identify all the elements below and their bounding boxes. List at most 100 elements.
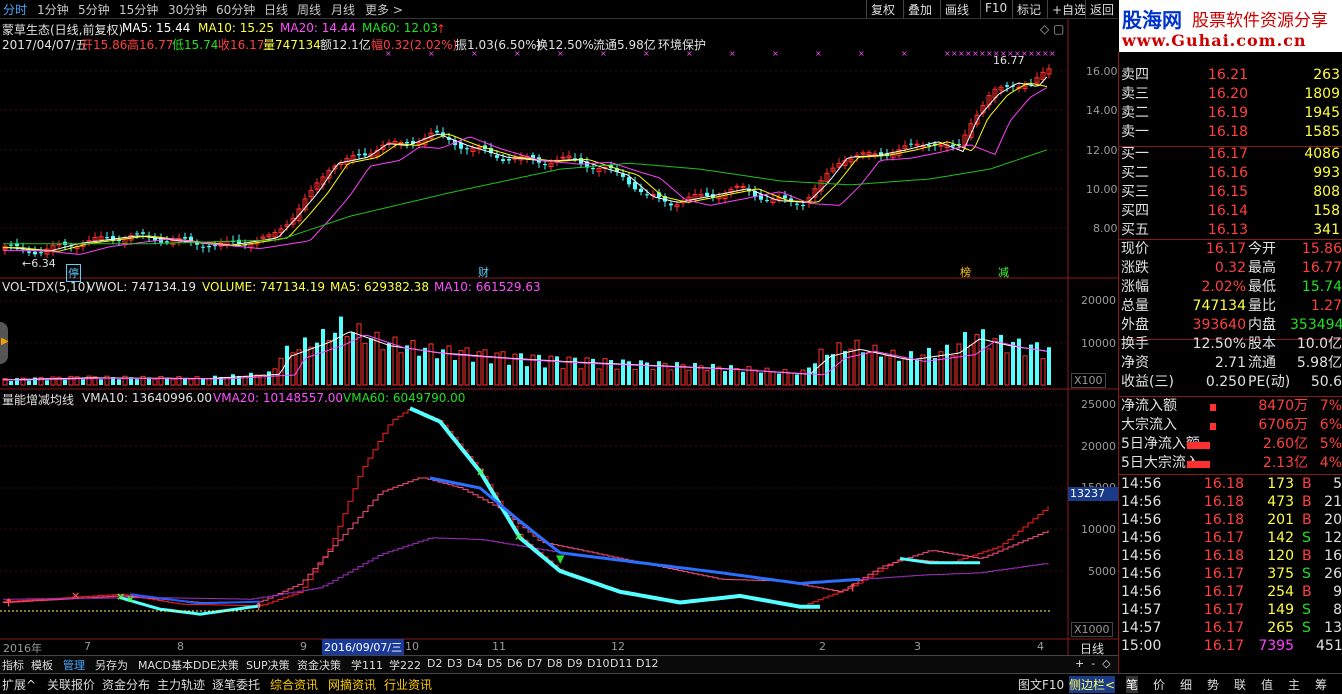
draw-line-button[interactable]: 画线 [940, 0, 973, 18]
indicator-tab[interactable]: 资金决策 [297, 657, 341, 673]
back-button[interactable]: 返回 [1085, 0, 1118, 18]
volume-bar [668, 369, 674, 386]
indicator-tab[interactable]: 学222 [389, 657, 421, 673]
indicator-tab[interactable]: D7 [527, 657, 542, 670]
bottom-tab[interactable]: 资金分布 [102, 676, 150, 693]
volume-bar [920, 354, 926, 386]
indicator-tab[interactable]: D4 [467, 657, 482, 670]
indicator-tab[interactable]: D10 [587, 657, 609, 670]
kline-chart[interactable]: × × × × × × × × × × × × × × × × × × × × × × × × × × × × × ↑× × ×↑××▼↑ [0, 19, 1118, 655]
side-panel-tab[interactable]: 细 [1180, 676, 1192, 693]
indicator-tab[interactable]: DDE决策 [193, 657, 239, 673]
indicator-tab[interactable]: D12 [636, 657, 658, 670]
indicator-tab[interactable]: 另存为 [95, 657, 128, 673]
tab-5min[interactable]: 5分钟 [78, 1, 110, 18]
tab-60min[interactable]: 60分钟 [216, 1, 255, 18]
candle-body [33, 251, 37, 255]
candle-body [39, 252, 43, 254]
bottom-tab[interactable]: 逐笔委托 [212, 676, 260, 693]
bottom-tab[interactable]: 扩展^ [2, 676, 36, 693]
indicator-tab[interactable]: D3 [447, 657, 462, 670]
volume-bar [729, 365, 733, 385]
tab-30min[interactable]: 30分钟 [168, 1, 207, 18]
sidebar-toggle-button[interactable]: 侧边栏< [1069, 676, 1116, 693]
indicator-tab[interactable]: 指标 [2, 657, 24, 673]
candle-body [795, 203, 799, 205]
volume-bar [489, 363, 493, 385]
indicator-tab[interactable]: 管理 [63, 657, 85, 673]
restore-rights-button[interactable]: 复权 [866, 0, 899, 18]
volume-bar [933, 358, 937, 385]
indicator-tab[interactable]: D11 [610, 657, 632, 670]
indicator-tab[interactable]: D2 [427, 657, 442, 670]
side-panel-tab[interactable]: 联 [1234, 676, 1246, 693]
tab-1min[interactable]: 1分钟 [37, 1, 69, 18]
indicator-tab[interactable]: D8 [547, 657, 562, 670]
side-collapse-handle[interactable]: ▶ [0, 322, 9, 364]
indicator-tab[interactable]: D6 [507, 657, 522, 670]
volume-bar [602, 358, 608, 386]
side-panel-tab[interactable]: 值 [1261, 676, 1273, 693]
ma20-label: MA20: 14.44 [280, 21, 357, 35]
flow-value: 8470万 [1258, 398, 1308, 414]
tab-more[interactable]: 更多 > [365, 1, 403, 18]
indicator-tab[interactable]: 模板 [31, 657, 53, 673]
volume-bar [621, 359, 625, 385]
tab-monthly[interactable]: 月线 [331, 1, 355, 18]
vma10-line [3, 409, 1049, 607]
bottom-tab[interactable]: 主力轨迹 [157, 676, 205, 693]
tick-price: 16.18 [1203, 512, 1244, 528]
volume-bar [698, 365, 704, 386]
indicator-tab[interactable]: D5 [487, 657, 502, 670]
volume-bar [356, 323, 362, 386]
tab-weekly[interactable]: 周线 [297, 1, 321, 18]
tab-15min[interactable]: 15分钟 [119, 1, 158, 18]
f10-graphic-button[interactable]: 图文F10 [1018, 676, 1064, 693]
volume-bar [938, 351, 944, 386]
bid-volume: 158 [1313, 203, 1340, 219]
tick-time: 14:57 [1121, 602, 1162, 618]
side-panel-tab[interactable]: 笔 [1126, 676, 1139, 693]
bottom-tab[interactable]: 综合资讯 [270, 676, 318, 693]
event-reduce[interactable]: 减 [998, 264, 1009, 280]
tick-volume: 142 [1267, 530, 1294, 546]
indicator-tab[interactable]: D9 [567, 657, 582, 670]
zoom-controls[interactable]: + - ◇ [1075, 657, 1111, 670]
info-sector[interactable]: 环境保护 [658, 36, 706, 53]
side-panel-tab[interactable]: 主 [1288, 676, 1300, 693]
indicator-tab[interactable]: 学111 [351, 657, 383, 673]
event-x-marker: × [1035, 49, 1042, 58]
mark-button[interactable]: 标记 [1012, 0, 1045, 18]
chart-settings-icon[interactable]: ◇ ▢ [1040, 22, 1064, 36]
event-x-marker: × [951, 49, 958, 58]
side-panel-tab[interactable]: 筹 [1315, 676, 1327, 693]
date-tick: 4 [1037, 640, 1044, 653]
add-watchlist-button[interactable]: +自选 [1047, 0, 1090, 18]
candle-body [501, 159, 505, 161]
indicator-name[interactable]: 量能增减均线 [2, 391, 74, 408]
overlay-button[interactable]: 叠加 [903, 0, 936, 18]
bottom-tab[interactable]: 行业资讯 [384, 676, 432, 693]
volume-bar [398, 352, 404, 386]
event-ranking[interactable]: 榜 [960, 264, 971, 280]
volume-bar [537, 354, 541, 385]
indicator-tab[interactable]: SUP决策 [246, 657, 290, 673]
tab-daily[interactable]: 日线 [264, 1, 288, 18]
volume-bar [308, 346, 314, 386]
bottom-tab[interactable]: 网摘资讯 [328, 676, 376, 693]
bottom-tab[interactable]: 关联报价 [47, 676, 95, 693]
event-x-marker: × [815, 49, 822, 58]
vol-indicator-name[interactable]: VOL-TDX(5,10) [2, 280, 90, 294]
candle-body [765, 200, 769, 202]
side-panel-tab[interactable]: 价 [1153, 676, 1165, 693]
flow-row: 大宗流入 6706万 6% [1120, 416, 1342, 435]
tab-intraday[interactable]: 分时 [3, 1, 27, 18]
volume-bar [519, 353, 523, 385]
side-panel-tab[interactable]: 势 [1207, 676, 1219, 693]
volume-bar [1004, 352, 1010, 386]
vma20-label: VMA20: 10148557.00 [213, 391, 344, 405]
event-finance[interactable]: 财 [478, 264, 489, 280]
f10-button[interactable]: F10 [980, 0, 1011, 18]
indicator-tab[interactable]: MACD基本 [138, 657, 193, 673]
bid-price: 16.15 [1207, 184, 1248, 200]
